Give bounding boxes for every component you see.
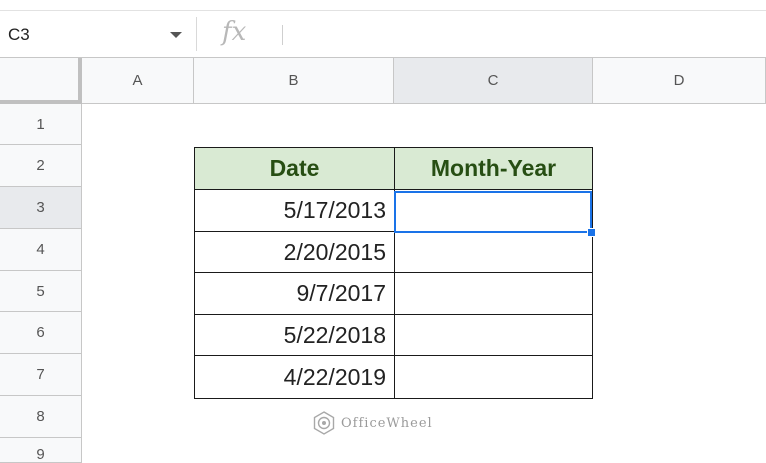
fill-handle[interactable] <box>587 228 596 237</box>
column-header-b[interactable]: B <box>194 58 394 104</box>
row-header-7[interactable]: 7 <box>0 354 82 396</box>
row-header-3[interactable]: 3 <box>0 187 82 229</box>
watermark-text: OfficeWheel <box>341 415 433 431</box>
date-cell-b7[interactable]: 4/22/2019 <box>194 355 395 399</box>
chevron-down-icon[interactable] <box>170 32 182 38</box>
row-header-6[interactable]: 6 <box>0 312 82 354</box>
month-year-cell-c5[interactable] <box>394 272 593 315</box>
row-header-4[interactable]: 4 <box>0 229 82 271</box>
formula-bar: C3 fx <box>0 10 766 58</box>
select-all-corner[interactable] <box>0 58 82 104</box>
watermark: OfficeWheel <box>312 411 433 435</box>
active-cell-selection[interactable] <box>394 191 592 233</box>
row-header-2[interactable]: 2 <box>0 145 82 187</box>
row-header-1[interactable]: 1 <box>0 104 82 145</box>
table-header-date[interactable]: Date <box>194 147 395 190</box>
officewheel-logo-icon <box>313 411 335 435</box>
month-year-cell-c6[interactable] <box>394 314 593 356</box>
name-box-value: C3 <box>8 25 30 44</box>
date-cell-b5[interactable]: 9/7/2017 <box>194 272 395 315</box>
column-header-a[interactable]: A <box>82 58 194 104</box>
row-header-9[interactable]: 9 <box>0 438 82 463</box>
divider <box>196 17 197 51</box>
row-header-5[interactable]: 5 <box>0 271 82 312</box>
fx-icon: fx <box>222 17 247 47</box>
date-cell-b3[interactable]: 5/17/2013 <box>194 189 395 232</box>
formula-input-cursor[interactable] <box>282 25 283 45</box>
month-year-cell-c7[interactable] <box>394 355 593 399</box>
column-header-c[interactable]: C <box>394 58 593 104</box>
column-header-d[interactable]: D <box>593 58 766 104</box>
table-header-month-year[interactable]: Month-Year <box>394 147 593 190</box>
month-year-cell-c4[interactable] <box>394 231 593 273</box>
date-cell-b4[interactable]: 2/20/2015 <box>194 231 395 273</box>
date-cell-b6[interactable]: 5/22/2018 <box>194 314 395 356</box>
row-header-8[interactable]: 8 <box>0 396 82 438</box>
name-box[interactable]: C3 <box>0 11 196 57</box>
